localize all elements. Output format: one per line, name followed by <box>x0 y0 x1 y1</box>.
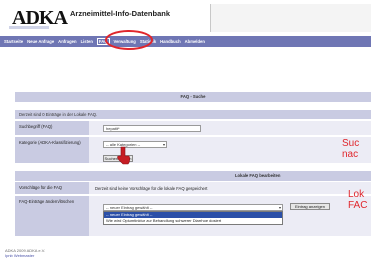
category-select[interactable]: -- alle Kategorien -- ▾ <box>103 141 167 148</box>
dropdown-option-entry[interactable]: Wie wird Opiumtinktur zur Behandlung sch… <box>104 218 282 224</box>
search-button-label-cell <box>15 153 89 163</box>
category-label: Kategorie (ADKA-Klassifizierung) <box>15 137 89 153</box>
nav-item-start[interactable]: Startseite <box>4 39 23 44</box>
nav-item-logout[interactable]: Abmelden <box>185 39 205 44</box>
search-note-line-1: Suc <box>342 138 360 149</box>
app-title: Arzneimittel-Info-Datenbank <box>70 9 171 18</box>
main-nav: Startseite Neue Anfrage Anfragen Listen … <box>0 36 371 47</box>
entries-label: FAQ-Einträge ändern/löschen <box>15 196 89 236</box>
chevron-down-icon: ▾ <box>162 142 165 147</box>
faq-entry-dropdown[interactable]: -- neuer Eintrag gewählt -- Wie wird Opi… <box>103 211 283 225</box>
nav-item-requests[interactable]: Anfragen <box>58 39 76 44</box>
page: { "header": { "logo": "ADKA", "title": "… <box>0 0 371 259</box>
app-header: ADKA Arzneimittel-Info-Datenbank <box>0 0 371 36</box>
faq-entry-selected: -- neuer Eintrag gewählt -- <box>106 205 153 210</box>
hand-pointer-icon <box>117 146 130 165</box>
suggestions-text: Derzeit sind keine Vorschläge für die lo… <box>95 186 208 191</box>
header-panel <box>210 4 371 32</box>
category-row: Kategorie (ADKA-Klassifizierung) -- alle… <box>15 137 371 153</box>
faq-summary-row: Derzeit sind 0 Einträge in der Lokale FA… <box>15 110 371 119</box>
search-term-input[interactable]: hepatit* <box>103 125 201 132</box>
local-faq-title: Lokale FAQ bearbeiten <box>235 173 281 178</box>
footer-links[interactable]: Ipnb Webmaster <box>5 253 34 258</box>
faq-summary: Derzeit sind 0 Einträge in der Lokale FA… <box>19 112 98 117</box>
local-note: Lok FAC <box>348 189 367 211</box>
nav-item-manual[interactable]: Handbuch <box>160 39 180 44</box>
entries-row: FAQ-Einträge ändern/löschen -- neuer Ein… <box>15 196 371 236</box>
search-button-row: Suchen starten <box>15 153 371 163</box>
search-note-line-2: nac <box>342 149 359 160</box>
nav-item-new-request[interactable]: Neue Anfrage <box>27 39 54 44</box>
search-term-label: Suchbegriff (FAQ) <box>15 121 89 135</box>
logo-underline <box>9 26 49 29</box>
local-note-line-2: FAC <box>348 200 368 211</box>
suggestions-label: Vorschläge für die FAQ <box>15 182 89 194</box>
show-entry-button[interactable]: Eintrag anzeigen <box>290 203 330 210</box>
faq-highlight-circle <box>105 30 153 50</box>
local-faq-title-bar: Lokale FAQ bearbeiten <box>15 171 371 181</box>
faq-search-title: FAQ - Suche <box>15 92 371 102</box>
search-note: Suc nac <box>342 138 359 160</box>
faq-entry-select[interactable]: -- neuer Eintrag gewählt -- ▾ <box>103 204 283 211</box>
nav-item-lists[interactable]: Listen <box>81 39 93 44</box>
search-term-row: Suchbegriff (FAQ) hepatit* <box>15 121 371 135</box>
suggestions-row: Vorschläge für die FAQ Derzeit sind kein… <box>15 182 371 194</box>
local-note-line-1: Lok <box>348 189 365 200</box>
